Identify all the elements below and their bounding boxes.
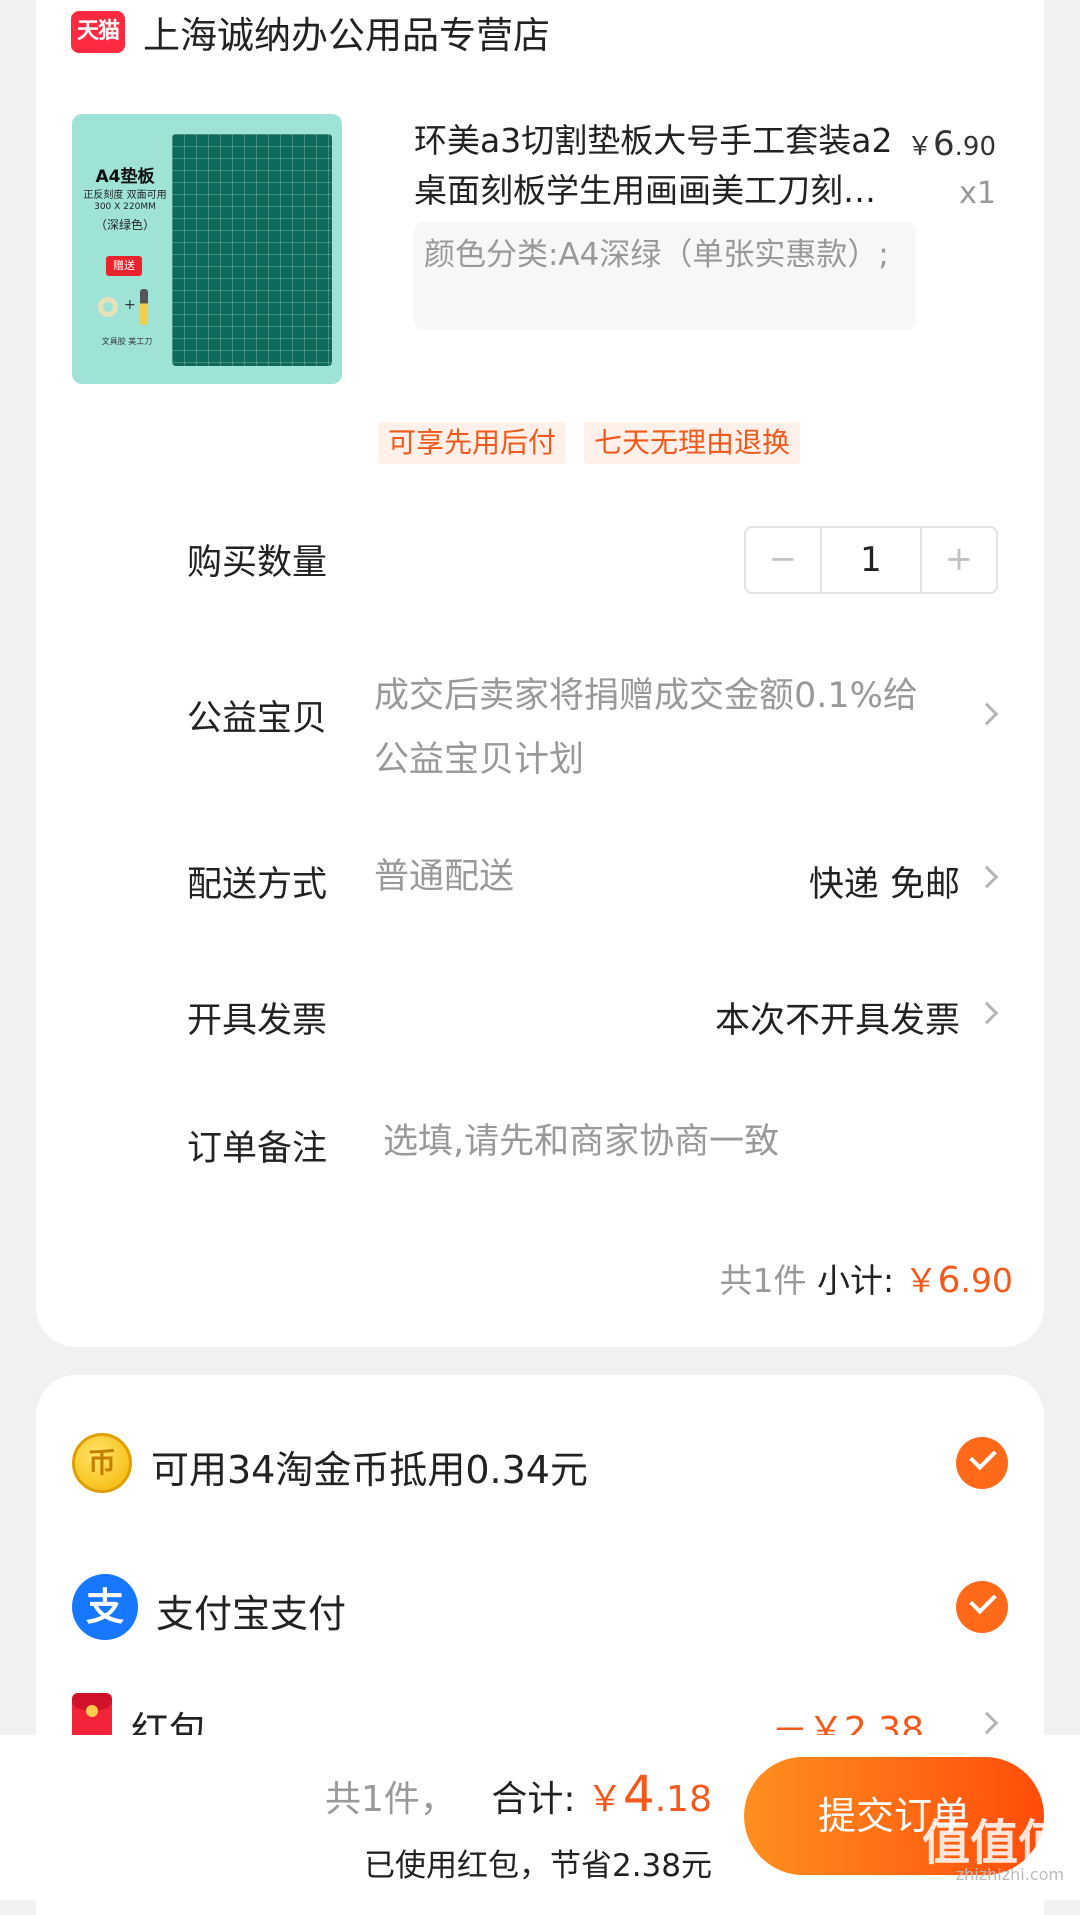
total-int: 4 [622,1765,655,1823]
tag-7day-return: 七天无理由退换 [584,422,801,464]
minus-button[interactable]: − [746,528,820,592]
price-int: 6 [933,124,955,164]
chevron-right-icon[interactable] [975,1001,999,1025]
plus-button[interactable]: + [922,528,996,592]
shop-order-card: 天猫 上海诚纳办公用品专营店 A4垫板 正反刻度 双面可用 300 X 220M… [36,0,1044,1347]
charity-desc[interactable]: 成交后卖家将捐赠成交金额0.1%给公益宝贝计划 [374,664,934,792]
thumb-line1: 正反刻度 双面可用 [83,190,167,201]
chevron-right-icon[interactable] [975,865,999,889]
thumb-tools-icon: + [94,289,164,325]
invoice-value[interactable]: 本次不开具发票 [715,992,960,1043]
price-dec: .90 [954,132,996,162]
total-symbol: ￥ [586,1779,623,1820]
sku-selector[interactable]: 颜色分类:A4深绿（单张实惠款）; [414,222,916,330]
invoice-label: 开具发票 [187,1001,328,1041]
knife-icon [140,289,148,325]
checkout-bar: 共1件， 合计: ￥4.18 已使用红包，节省2.38元 提交订单 值值值 zh… [0,1735,1080,1900]
thumb-size: 300 X 220MM [94,202,156,212]
plus-glyph: + [124,297,136,313]
chevron-right-icon[interactable] [975,1711,999,1735]
thumb-gift-badge: 赠送 [106,256,142,276]
price-symbol: ￥ [906,132,933,162]
product-title[interactable]: 环美a3切割垫板大号手工套装a2桌面刻板学生用画画美工刀刻刀雕刻垫板 [414,116,894,216]
watermark-url: zhizhizhi.com [955,1865,1064,1884]
thumb-tools-label: 文具胶 美工刀 [101,337,153,346]
tmall-icon: 天猫 [71,11,125,53]
quantity-stepper: − 1 + [744,526,998,594]
tape-icon [98,297,118,317]
thumb-color: （深绿色） [94,218,155,232]
alipay-icon: 支 [72,1574,138,1640]
subtotal-amount: ￥6.90 [904,1260,1013,1301]
total-line: 共1件， 合计: ￥4.18 [325,1765,712,1823]
watermark-logo: 值值值 [921,1815,1066,1871]
savings-text: 已使用红包，节省2.38元 [363,1848,712,1884]
product-thumbnail[interactable]: A4垫板 正反刻度 双面可用 300 X 220MM （深绿色） 赠送 + 文具… [72,114,342,384]
coin-deduction-text: 可用34淘金币抵用0.34元 [151,1448,588,1492]
subtotal-symbol: ￥ [904,1261,938,1300]
remark-input[interactable]: 选填,请先和商家协商一致 [383,1110,779,1174]
delivery-value[interactable]: 快递 免邮 [809,856,960,907]
subtotal-dec: .90 [960,1261,1013,1300]
total-count: 共1件， [324,1779,456,1820]
total-amount: ￥4.18 [586,1765,712,1823]
shop-header[interactable]: 天猫 上海诚纳办公用品专营店 [71,5,550,59]
delivery-label: 配送方式 [187,865,328,905]
quantity-label: 购买数量 [187,543,328,583]
alipay-text: 支付宝支付 [156,1592,347,1636]
product-price: ￥6.90 [907,124,996,164]
shop-name[interactable]: 上海诚纳办公用品专营店 [143,5,550,59]
charity-label: 公益宝贝 [187,699,328,739]
tag-pay-later: 可享先用后付 [378,422,567,464]
total-dec: .18 [654,1779,712,1820]
coin-check-icon[interactable] [956,1437,1008,1489]
subtotal-count: 共1件 [719,1261,807,1300]
product-qty: x1 [959,176,996,211]
chevron-right-icon[interactable] [975,702,999,726]
subtotal: 共1件 小计: ￥6.90 [719,1254,1013,1302]
taobao-coin-icon: 币 [72,1433,132,1493]
alipay-check-icon[interactable] [956,1581,1008,1633]
subtotal-int: 6 [937,1260,961,1301]
subtotal-label: 小计: [816,1261,895,1300]
thumb-title: A4垫板 [95,167,155,187]
cutting-mat-image [172,134,332,366]
remark-label: 订单备注 [187,1129,328,1169]
delivery-method: 普通配送 [374,857,515,897]
total-label: 合计: [491,1779,576,1820]
quantity-value[interactable]: 1 [820,528,922,592]
